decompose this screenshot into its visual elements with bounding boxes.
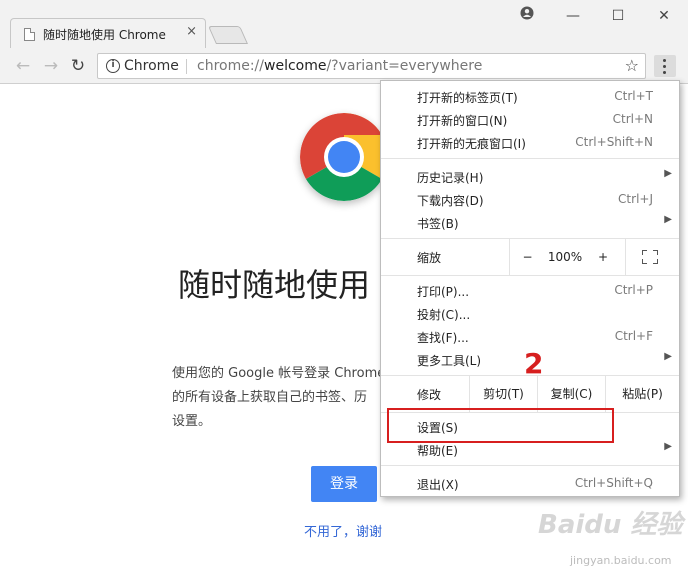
forward-icon[interactable]: → <box>40 55 62 77</box>
bookmark-star-icon[interactable]: ☆ <box>625 56 639 75</box>
submenu-arrow-icon: ▶ <box>664 351 672 362</box>
page-headline: 随时随地使用 <box>178 266 371 304</box>
menu-item-bookmarks[interactable]: 书签(B) ▶ <box>381 212 679 234</box>
new-tab-button[interactable] <box>207 26 249 44</box>
annotation-step-number: 2 <box>524 347 544 380</box>
menu-item-downloads[interactable]: 下载内容(D) Ctrl+J <box>381 189 679 211</box>
menu-divider <box>381 275 679 276</box>
maximize-button[interactable]: ☐ <box>605 6 631 26</box>
zoom-in-button[interactable]: + <box>585 239 621 275</box>
minimize-button[interactable]: — <box>560 6 586 26</box>
menu-divider <box>381 158 679 159</box>
submenu-arrow-icon: ▶ <box>664 441 672 452</box>
sign-in-button[interactable]: 登录 <box>311 466 377 502</box>
address-bar[interactable]: i Chrome chrome://welcome/?variant=every… <box>97 53 646 79</box>
back-icon[interactable]: ← <box>12 55 34 77</box>
submenu-arrow-icon: ▶ <box>664 168 672 179</box>
page-description: 使用您的 Google 帐号登录 Chrome 的所有设备上获取自己的书签、历 … <box>172 366 382 429</box>
omnibox-chip: Chrome <box>124 58 179 74</box>
submenu-arrow-icon: ▶ <box>664 214 672 225</box>
menu-item-exit[interactable]: 退出(X) Ctrl+Shift+Q <box>381 473 679 495</box>
site-info-icon[interactable]: i <box>106 59 120 73</box>
watermark-logo: Baidu 经验 <box>538 510 683 540</box>
close-window-button[interactable]: ✕ <box>651 6 677 26</box>
paste-button[interactable]: 粘贴(P) <box>605 376 679 412</box>
zoom-label: 缩放 <box>417 251 442 265</box>
menu-item-find[interactable]: 查找(F)... Ctrl+F <box>381 326 679 348</box>
page-icon <box>24 28 35 41</box>
menu-item-new-incognito[interactable]: 打开新的无痕窗口(I) Ctrl+Shift+N <box>381 132 679 154</box>
menu-item-print[interactable]: 打印(P)... Ctrl+P <box>381 280 679 302</box>
menu-item-new-window[interactable]: 打开新的窗口(N) Ctrl+N <box>381 109 679 131</box>
tab-close-icon[interactable]: × <box>186 24 197 39</box>
edit-label: 修改 <box>417 388 442 402</box>
title-bar: 随时随地使用 Chrome × — ☐ ✕ <box>0 0 688 48</box>
menu-item-cast[interactable]: 投射(C)... <box>381 303 679 325</box>
zoom-out-button[interactable]: − <box>509 239 545 275</box>
zoom-value: 100% <box>547 250 583 264</box>
tab-welcome[interactable]: 随时随地使用 Chrome × <box>10 18 206 48</box>
toolbar: ← → ↻ i Chrome chrome://welcome/?variant… <box>0 48 688 84</box>
cut-button[interactable]: 剪切(T) <box>469 376 537 412</box>
menu-item-new-tab[interactable]: 打开新的标签页(T) Ctrl+T <box>381 86 679 108</box>
watermark-url: jingyan.baidu.com <box>570 554 672 567</box>
watermark: Baidu 经验 jingyan.baidu.com <box>530 496 683 576</box>
menu-edit-row: 修改 剪切(T) 复制(C) 粘贴(P) <box>381 376 679 412</box>
menu-zoom-row: 缩放 − 100% + <box>381 239 679 275</box>
tab-title: 随时随地使用 Chrome <box>43 28 166 42</box>
reload-icon[interactable]: ↻ <box>67 55 89 77</box>
menu-item-history[interactable]: 历史记录(H) ▶ <box>381 166 679 188</box>
fullscreen-button[interactable] <box>625 239 679 275</box>
settings-highlight-box <box>387 408 614 443</box>
url-text[interactable]: chrome://welcome/?variant=everywhere <box>197 58 482 74</box>
fullscreen-icon <box>642 250 658 264</box>
menu-divider <box>381 465 679 466</box>
copy-button[interactable]: 复制(C) <box>537 376 605 412</box>
no-thanks-link[interactable]: 不用了，谢谢 <box>304 521 382 540</box>
chrome-menu-button[interactable] <box>654 55 676 77</box>
profile-icon[interactable] <box>514 6 540 26</box>
chrome-logo <box>300 113 388 201</box>
omnibox-divider <box>186 59 187 74</box>
